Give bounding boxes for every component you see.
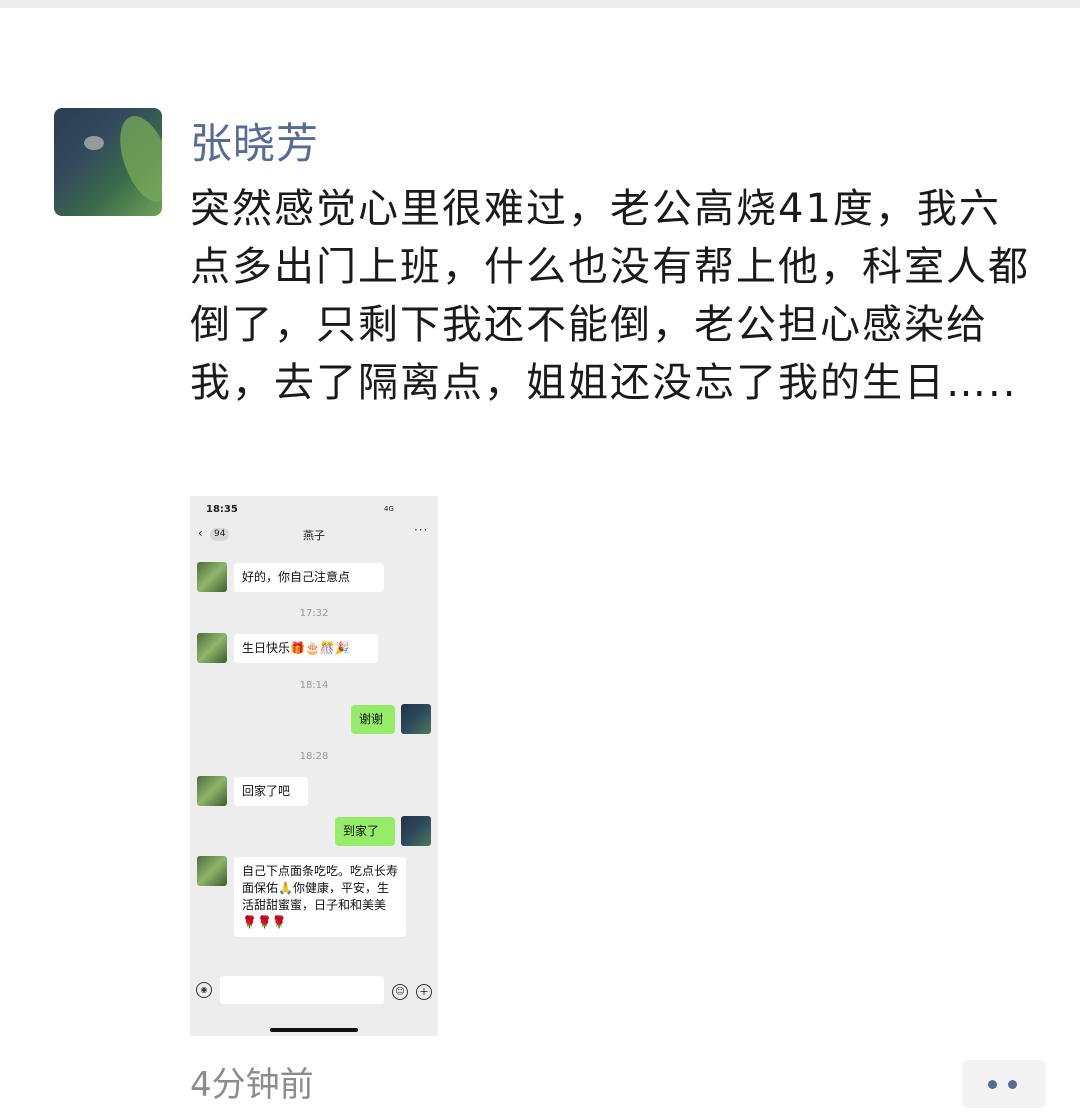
plus-icon: + bbox=[416, 984, 432, 1000]
more-dots-icon bbox=[1008, 1080, 1017, 1089]
shot-more-icon: ··· bbox=[414, 523, 429, 537]
shot-chat-header: ‹ 94 燕子 ··· bbox=[190, 522, 438, 548]
more-options-button[interactable] bbox=[962, 1060, 1046, 1108]
shot-message-input bbox=[220, 976, 384, 1004]
avatar-leaf bbox=[109, 109, 162, 209]
self-avatar bbox=[401, 704, 431, 734]
emoji-icon: ☺ bbox=[392, 984, 408, 1000]
shot-status-time: 18:35 bbox=[206, 504, 238, 515]
home-indicator bbox=[270, 1028, 358, 1032]
voice-icon: ◉ bbox=[196, 982, 212, 998]
chat-timestamp: 17:32 bbox=[299, 608, 329, 619]
message-bubble-self: 到家了 bbox=[335, 817, 395, 846]
avatar-highlight bbox=[84, 136, 104, 150]
username[interactable]: 张晓芳 bbox=[190, 116, 319, 172]
contact-avatar bbox=[197, 633, 227, 663]
post-text: 突然感觉心里很难过，老公高烧41度，我六点多出门上班，什么也没有帮上他，科室人都… bbox=[190, 186, 1030, 406]
message-bubble: 回家了吧 bbox=[234, 777, 308, 806]
shot-status-bar: 18:35 4G bbox=[190, 496, 438, 522]
self-avatar bbox=[401, 816, 431, 846]
contact-avatar bbox=[197, 856, 227, 886]
message-bubble: 生日快乐🎁🎂🎊🎉 bbox=[234, 634, 378, 663]
shot-signal-icon: 4G bbox=[384, 505, 394, 513]
shot-chat-title: 燕子 bbox=[303, 529, 325, 542]
chat-timestamp: 18:14 bbox=[299, 680, 329, 691]
message-bubble: 自己下点面条吃吃。吃点长寿面保佑🙏你健康，平安，生活甜甜蜜蜜，日子和和美美🌹🌹🌹 bbox=[234, 857, 406, 937]
contact-avatar bbox=[197, 562, 227, 592]
chat-screenshot-image[interactable]: 18:35 4G ‹ 94 燕子 ··· 好的，你自己注意点 17:32 生日快… bbox=[190, 496, 438, 1036]
more-dots-icon bbox=[988, 1080, 997, 1089]
user-avatar[interactable] bbox=[54, 108, 162, 216]
top-strip bbox=[0, 0, 1080, 8]
post-time: 4分钟前 bbox=[190, 1065, 314, 1105]
chat-timestamp: 18:28 bbox=[299, 751, 329, 762]
message-bubble-self: 谢谢 bbox=[351, 705, 395, 734]
message-bubble: 好的，你自己注意点 bbox=[234, 563, 384, 592]
contact-avatar bbox=[197, 776, 227, 806]
